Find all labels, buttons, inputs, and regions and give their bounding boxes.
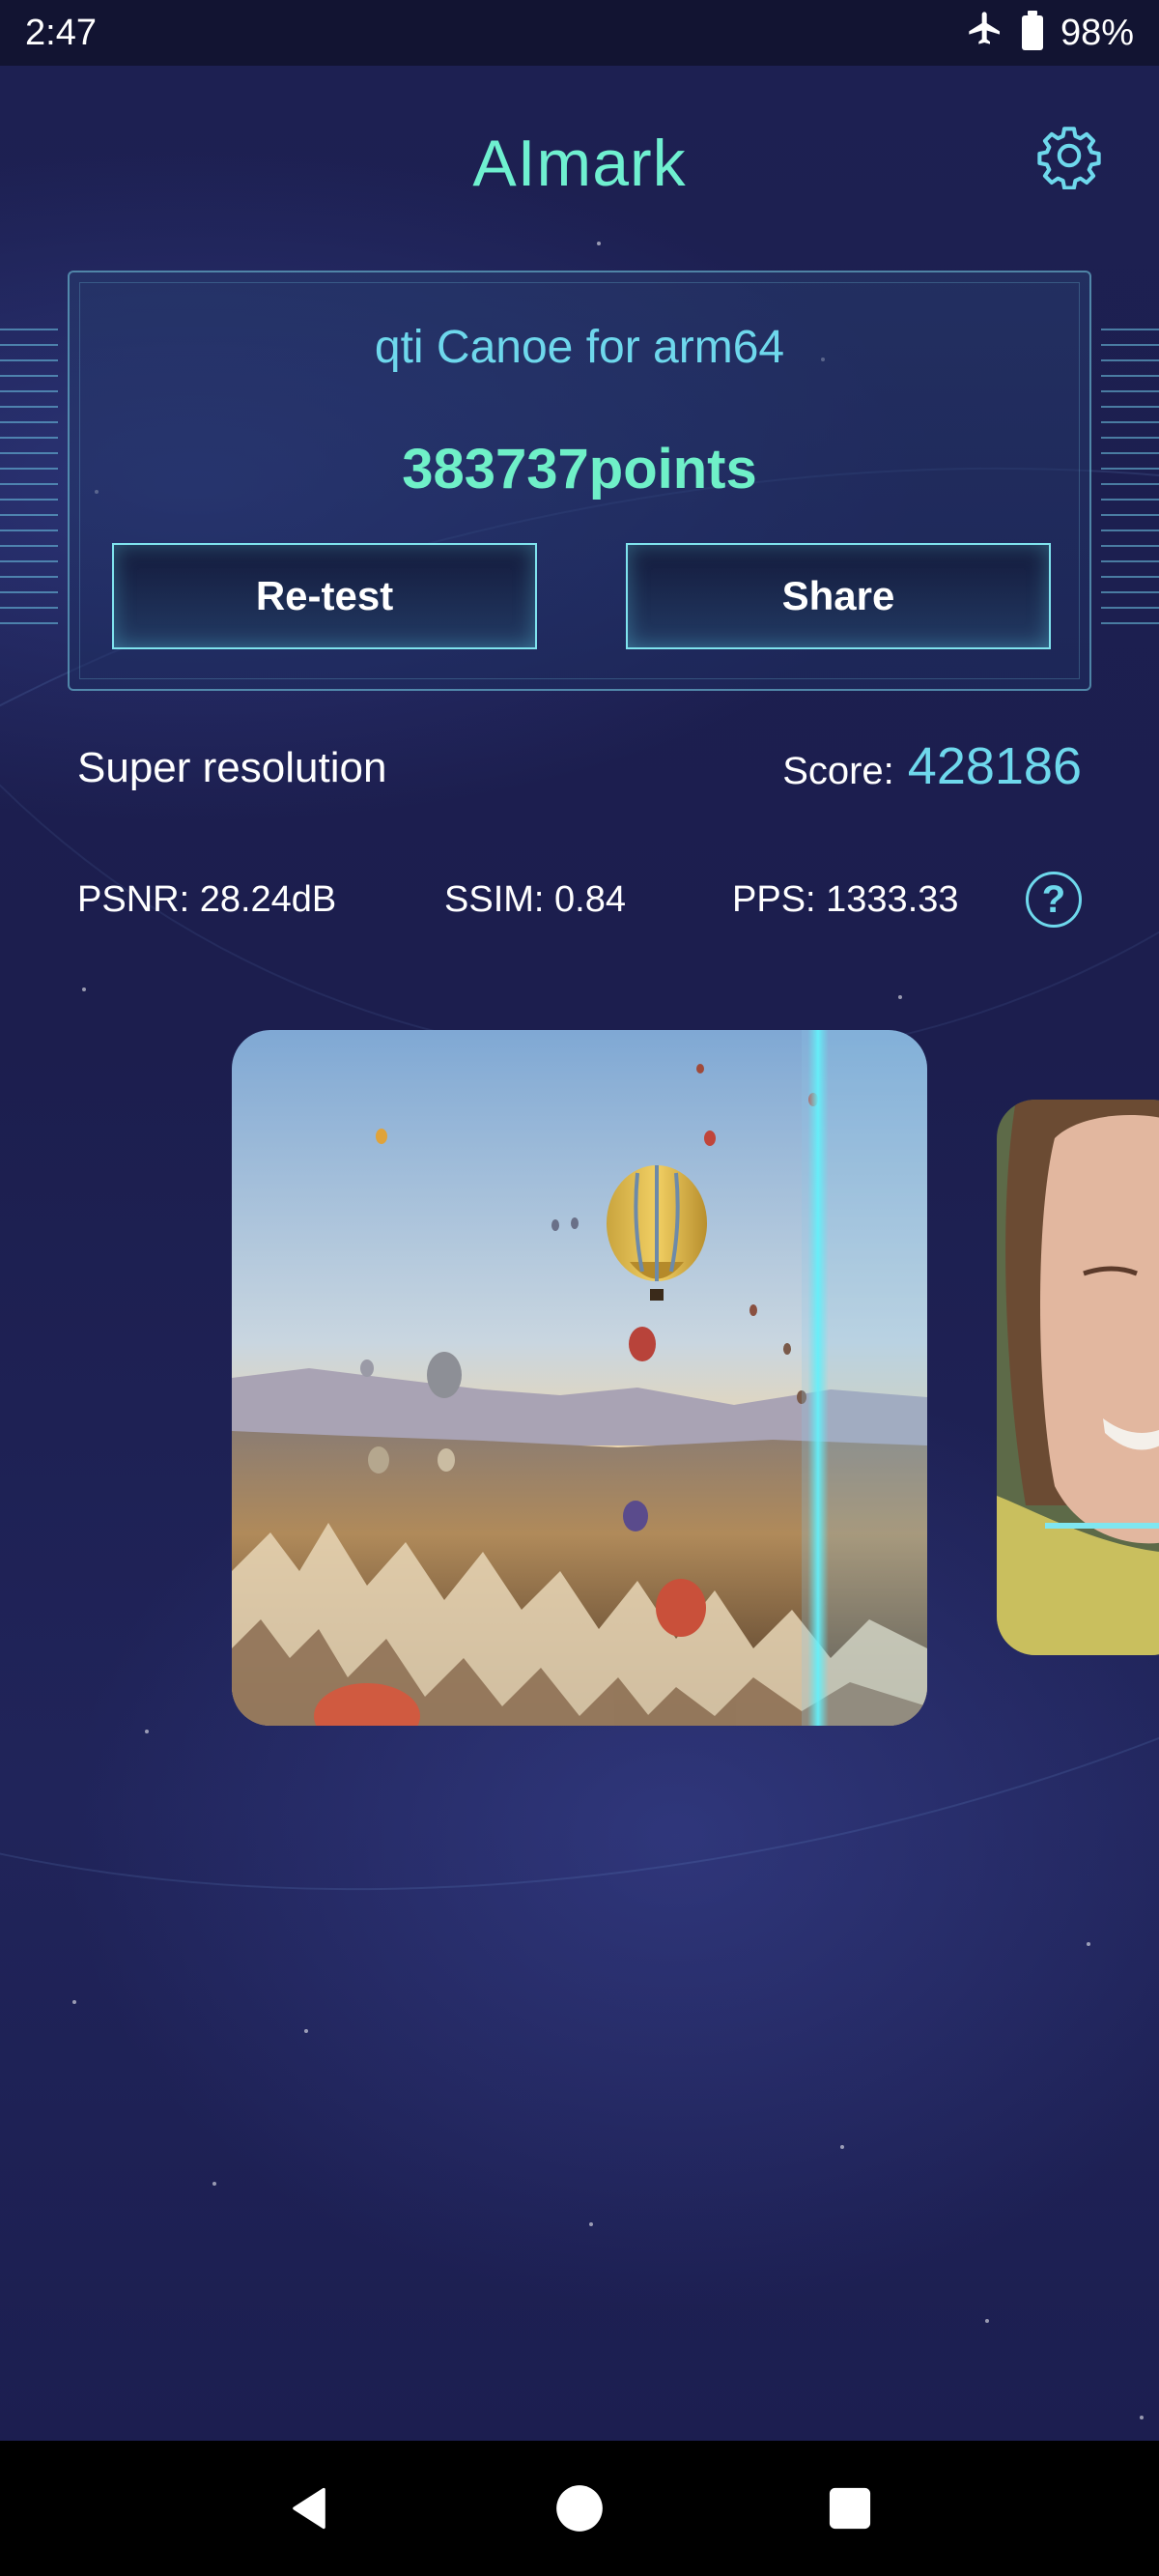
recents-icon xyxy=(829,2487,871,2530)
pps-metric: PPS: 1333.33 xyxy=(732,879,959,920)
device-name: qti Canoe for arm64 xyxy=(374,322,785,373)
hot-air-balloons-image[interactable] xyxy=(232,1030,927,1726)
test-name: Super resolution xyxy=(77,744,387,791)
share-button[interactable]: Share xyxy=(626,543,1051,649)
help-button[interactable]: ? xyxy=(1026,872,1082,928)
total-score: 383737points xyxy=(402,438,757,501)
back-button[interactable] xyxy=(280,2479,338,2537)
app-title: AImark xyxy=(472,127,687,200)
score-label: Score: xyxy=(782,750,894,792)
status-time: 2:47 xyxy=(25,12,97,53)
status-bar: 2:47 98% xyxy=(0,0,1159,66)
settings-button[interactable] xyxy=(1035,122,1103,189)
left-decoration xyxy=(0,329,58,628)
airplane-icon xyxy=(966,9,1004,57)
metrics-row: PSNR: 28.24dB SSIM: 0.84 PPS: 1333.33 xyxy=(77,879,1082,937)
retest-button[interactable]: Re-test xyxy=(112,543,537,649)
psnr-metric: PSNR: 28.24dB xyxy=(77,879,337,920)
gear-icon xyxy=(1037,127,1101,189)
navigation-bar xyxy=(0,2441,1159,2576)
score-value: 428186 xyxy=(907,737,1082,795)
right-decoration xyxy=(1101,329,1159,628)
home-button[interactable] xyxy=(551,2479,608,2537)
back-icon xyxy=(293,2487,325,2530)
home-icon xyxy=(556,2485,603,2532)
test-score: Score: 428186 xyxy=(782,736,1082,796)
battery-percent: 98% xyxy=(1060,12,1134,53)
battery-icon xyxy=(1021,11,1043,50)
recents-button[interactable] xyxy=(821,2479,879,2537)
ssim-metric: SSIM: 0.84 xyxy=(444,879,626,920)
device-score-card: qti Canoe for arm64 383737points Re-test… xyxy=(68,271,1091,691)
portrait-image[interactable] xyxy=(997,1100,1159,1655)
